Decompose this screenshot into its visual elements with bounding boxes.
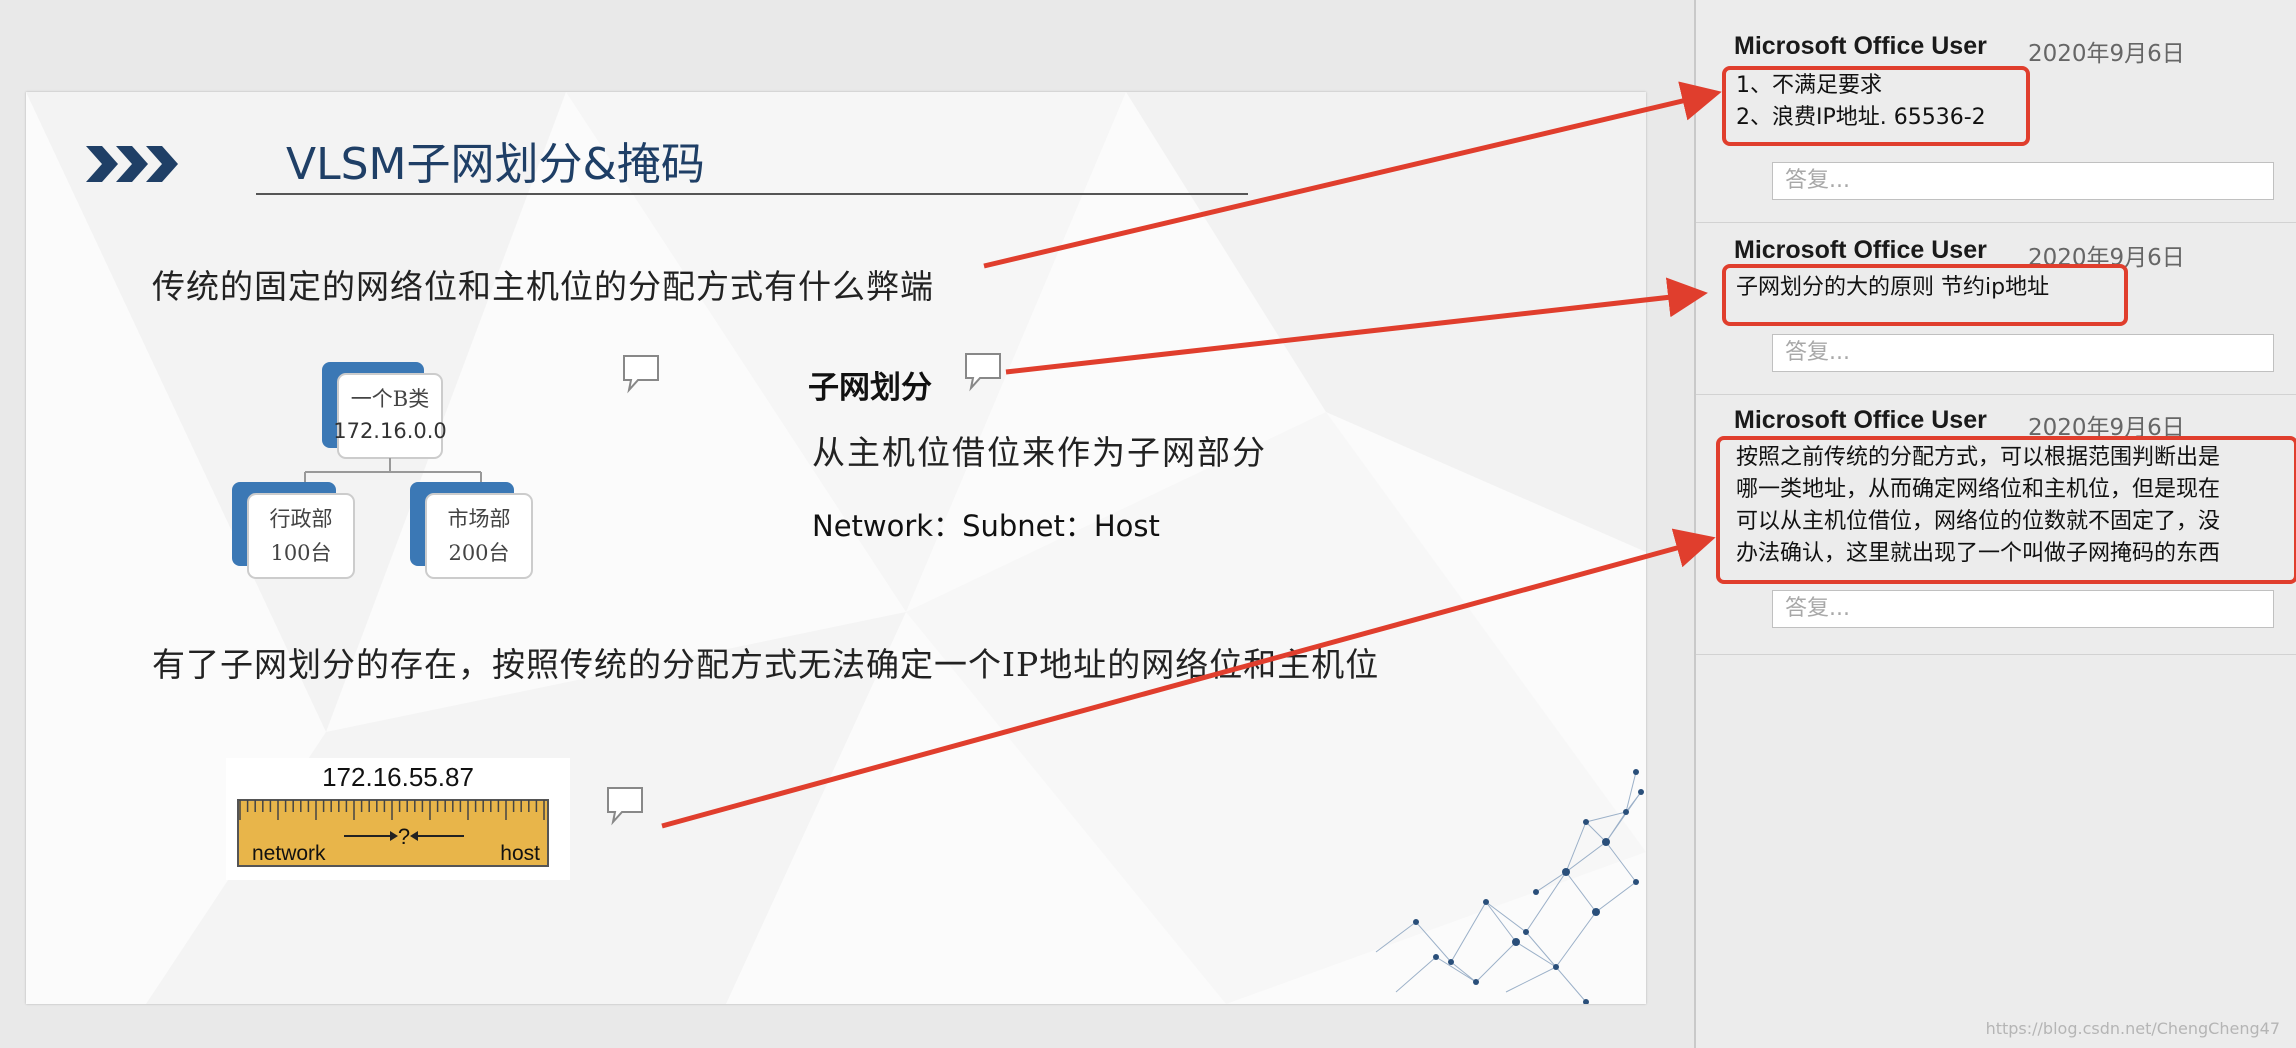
comment-line: 子网划分的大的原则 节约ip地址 xyxy=(1736,275,2050,300)
question-ip-ambiguity[interactable]: 有了子网划分的存在，按照传统的分配方式无法确定一个IP地址的网络位和主机位 xyxy=(152,638,1379,686)
reply-input[interactable]: 答复... xyxy=(1772,590,2274,628)
comment-body: 1、不满足要求 2、浪费IP地址. 65536-2 xyxy=(1736,70,1986,134)
comment-body: 子网划分的大的原则 节约ip地址 xyxy=(1736,272,2049,304)
comment-thread[interactable]: Microsoft Office User 2020年9月6日 按照之前传统的分… xyxy=(1696,394,2296,655)
comment-body: 按照之前传统的分配方式，可以根据范围判断出是 哪一类地址，从而确定网络位和主机位… xyxy=(1736,442,2220,570)
reply-input[interactable]: 答复... xyxy=(1772,162,2274,200)
diagram-root-line2: 172.16.0.0 xyxy=(333,419,447,443)
slide-canvas-area: VLSM子网划分&掩码 传统的固定的网络位和主机位的分配方式有什么弊端 一个B类… xyxy=(0,0,1694,1048)
slide-title[interactable]: VLSM子网划分&掩码 xyxy=(286,128,705,192)
diagram-right-line1: 市场部 xyxy=(448,507,511,531)
subnet-format[interactable]: Network：Subnet：Host xyxy=(812,503,1160,545)
ip-ruler-graphic: 172.16.55.87 ? network host xyxy=(226,758,570,880)
subnet-heading[interactable]: 子网划分 xyxy=(808,362,932,407)
comment-line: 2、浪费IP地址. 65536-2 xyxy=(1736,105,1986,130)
comment-thread[interactable]: Microsoft Office User 2020年9月6日 1、不满足要求 … xyxy=(1696,0,2296,223)
comment-line: 办法确认，这里就出现了一个叫做子网掩码的东西 xyxy=(1736,541,2221,566)
comment-marker-icon[interactable] xyxy=(604,784,646,826)
subnet-description[interactable]: 从主机位借位来作为子网部分 xyxy=(812,426,1267,474)
diagram-right-line2: 200台 xyxy=(448,541,509,565)
slide[interactable]: VLSM子网划分&掩码 传统的固定的网络位和主机位的分配方式有什么弊端 一个B类… xyxy=(26,92,1646,1004)
watermark: https://blog.csdn.net/ChengCheng47 xyxy=(1985,1019,2280,1038)
question-traditional-allocation[interactable]: 传统的固定的网络位和主机位的分配方式有什么弊端 xyxy=(152,260,934,308)
diagram-root-line1: 一个B类 xyxy=(351,387,429,411)
ruler-host-label: host xyxy=(500,842,540,865)
comment-marker-icon[interactable] xyxy=(962,350,1004,392)
comment-line: 按照之前传统的分配方式，可以根据范围判断出是 xyxy=(1736,445,2221,470)
comment-author: Microsoft Office User xyxy=(1734,406,1987,434)
comments-panel: Microsoft Office User 2020年9月6日 1、不满足要求 … xyxy=(1694,0,2296,1048)
subnet-tree-diagram: 一个B类 172.16.0.0 行政部 100台 市场部 200台 xyxy=(232,362,533,579)
comment-line: 哪一类地址，从而确定网络位和主机位，但是现在 xyxy=(1736,477,2221,502)
diagram-left-line2: 100台 xyxy=(270,541,331,565)
ruler-ip-address: 172.16.55.87 xyxy=(322,762,474,792)
reply-input[interactable]: 答复... xyxy=(1772,334,2274,372)
title-underline xyxy=(256,193,1248,195)
ruler-middle-label: ? xyxy=(398,824,410,849)
comment-marker-icon[interactable] xyxy=(620,352,662,394)
chevron-arrows-icon xyxy=(86,146,178,182)
network-decoration-graphic xyxy=(1375,769,1644,1004)
comment-line: 可以从主机位借位，网络位的位数就不固定了，没 xyxy=(1736,509,2221,534)
comment-line: 1、不满足要求 xyxy=(1736,73,1882,98)
comment-date: 2020年9月6日 xyxy=(2028,41,2185,67)
comment-author: Microsoft Office User xyxy=(1734,236,1987,264)
ruler-network-label: network xyxy=(252,842,326,865)
comment-thread[interactable]: Microsoft Office User 2020年9月6日 子网划分的大的原… xyxy=(1696,222,2296,395)
comment-author: Microsoft Office User xyxy=(1734,32,1987,60)
diagram-left-line1: 行政部 xyxy=(270,507,333,531)
